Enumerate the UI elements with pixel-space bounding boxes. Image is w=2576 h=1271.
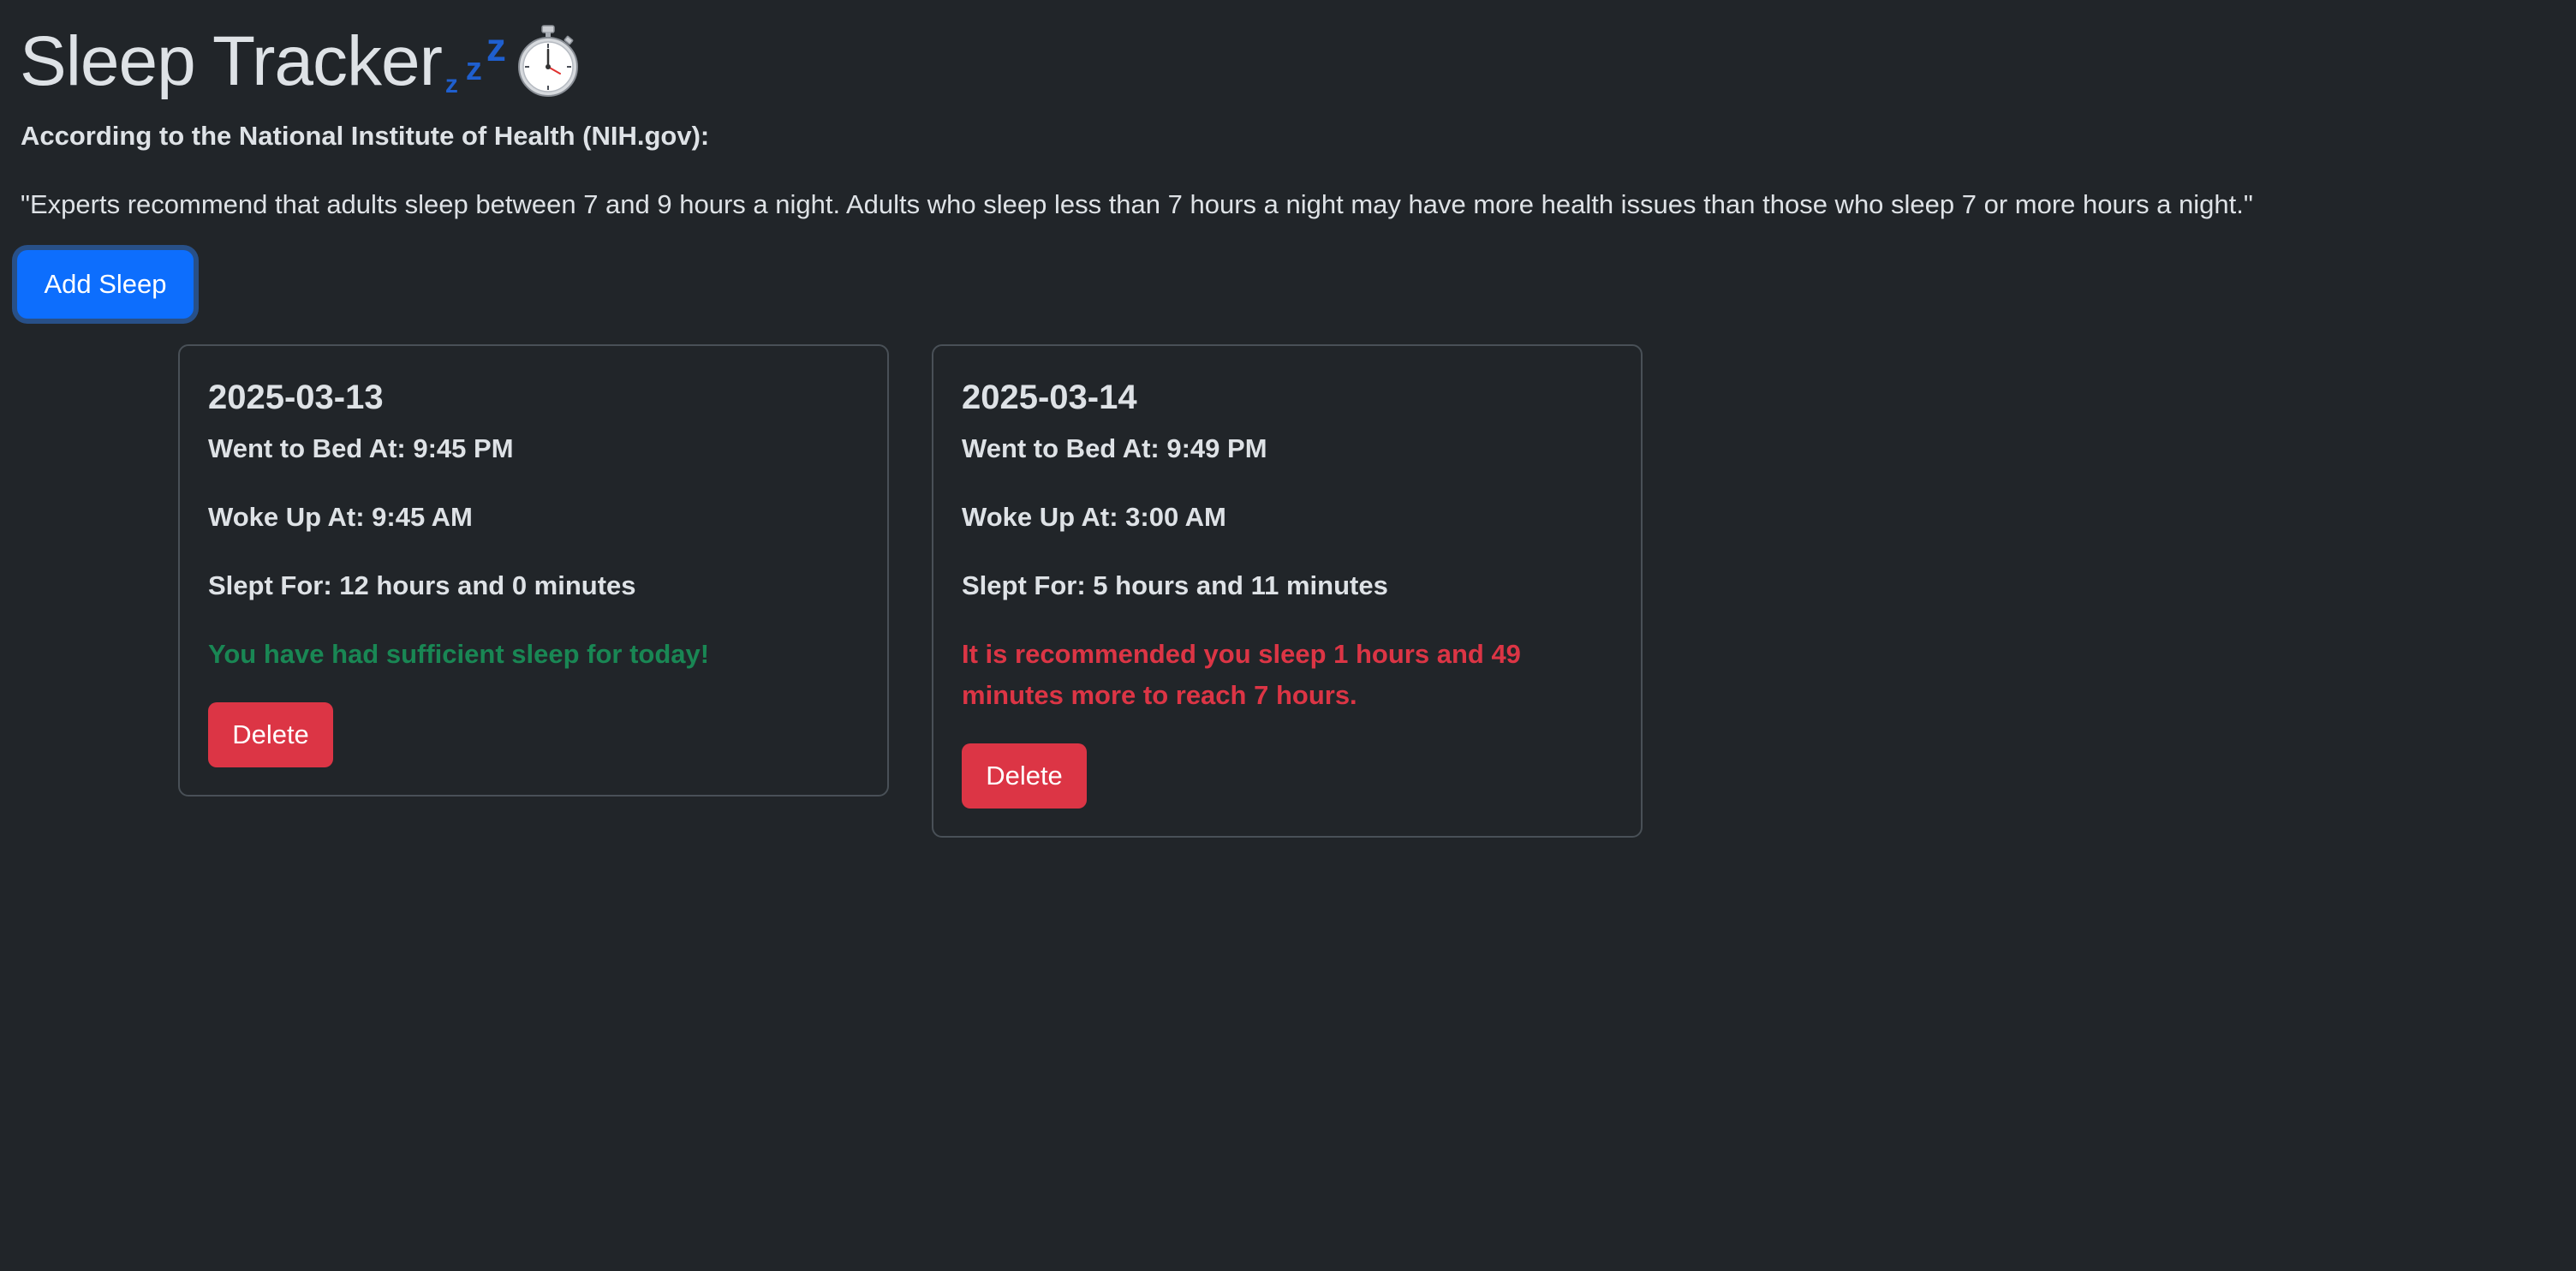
zzz-small-letter: z — [444, 70, 458, 98]
zzz-icon: z z z — [442, 19, 517, 104]
sleep-status-message: You have had sufficient sleep for today! — [208, 639, 710, 669]
entry-date: 2025-03-14 — [962, 379, 1137, 416]
delete-button[interactable]: Delete — [208, 702, 333, 767]
sleep-duration: Slept For: 12 hours and 0 minutes — [208, 570, 636, 600]
nih-quote: "Experts recommend that adults sleep bet… — [21, 189, 2253, 219]
sleep-duration: Slept For: 5 hours and 11 minutes — [962, 570, 1388, 600]
bed-time: Went to Bed At: 9:49 PM — [962, 433, 1267, 463]
page-header: Sleep Tracker z z z — [20, 19, 582, 104]
page: Sleep Tracker z z z According to the Nat… — [0, 0, 2576, 1271]
page-title: Sleep Tracker — [20, 22, 443, 100]
sleep-entry-card: 2025-03-14 Went to Bed At: 9:49 PM Woke … — [932, 344, 1643, 838]
stopwatch-icon — [517, 25, 578, 97]
sleep-entry-card: 2025-03-13 Went to Bed At: 9:45 PM Woke … — [178, 344, 889, 797]
bed-time: Went to Bed At: 9:45 PM — [208, 433, 514, 463]
add-sleep-button[interactable]: Add Sleep — [17, 250, 194, 319]
source-heading: According to the National Institute of H… — [21, 121, 710, 151]
zzz-large-letter: z — [486, 25, 506, 69]
wake-time: Woke Up At: 3:00 AM — [962, 502, 1226, 532]
wake-time: Woke Up At: 9:45 AM — [208, 502, 473, 532]
entry-date: 2025-03-13 — [208, 379, 384, 416]
delete-button[interactable]: Delete — [962, 743, 1087, 809]
sleep-status-message: It is recommended you sleep 1 hours and … — [962, 639, 1521, 710]
zzz-medium-letter: z — [465, 51, 482, 87]
